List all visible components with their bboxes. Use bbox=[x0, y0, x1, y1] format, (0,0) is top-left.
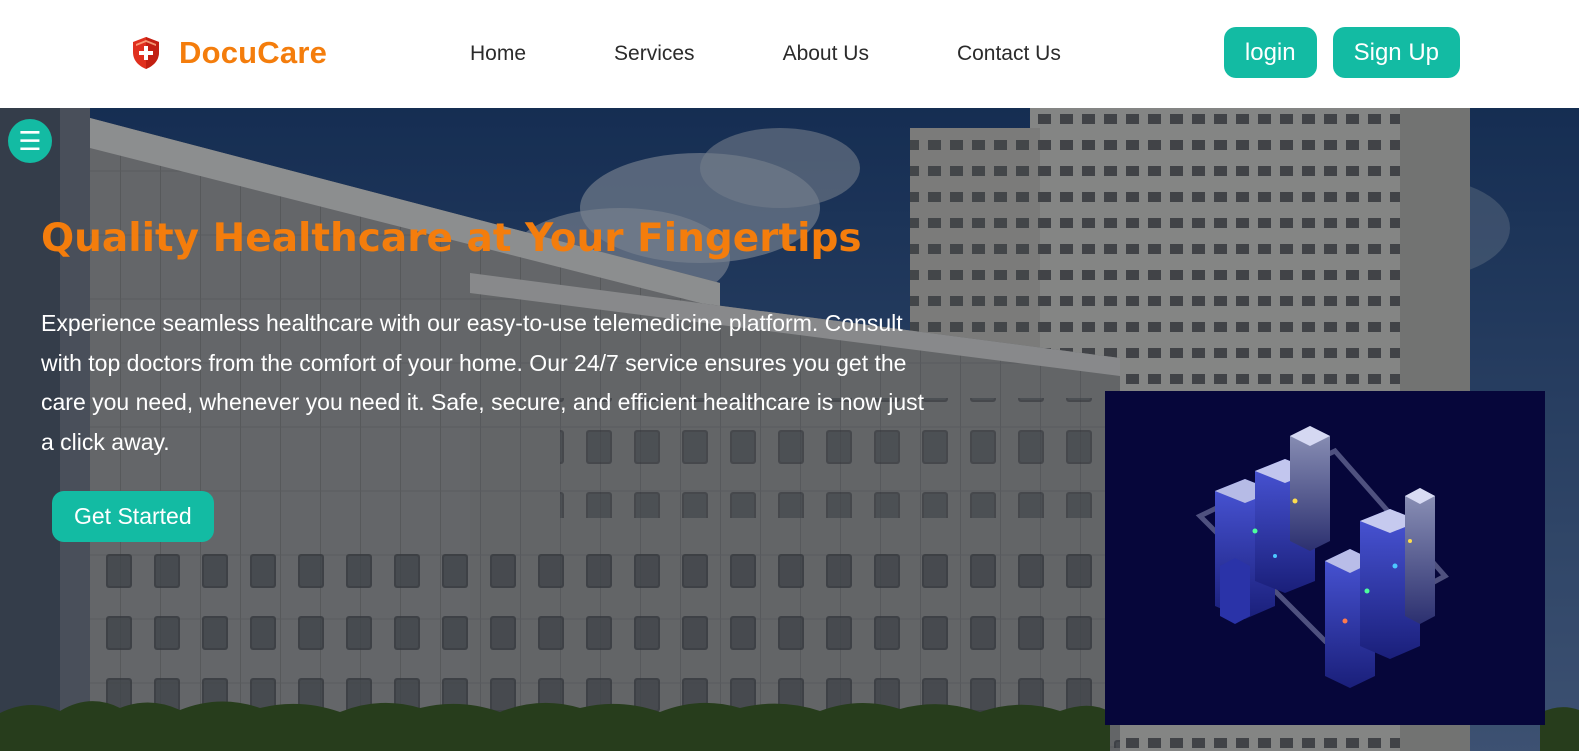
nav-services[interactable]: Services bbox=[614, 40, 695, 68]
shield-medical-icon bbox=[133, 37, 159, 69]
hamburger-menu-icon[interactable]: ☰ bbox=[8, 119, 52, 163]
login-button[interactable]: login bbox=[1223, 27, 1317, 78]
brand-name: DocuCare bbox=[179, 35, 328, 70]
get-started-button[interactable]: Get Started bbox=[52, 491, 214, 542]
brand-logo-link[interactable]: DocuCare bbox=[131, 35, 327, 71]
sign-up-button[interactable]: Sign Up bbox=[1332, 27, 1460, 78]
hero-section: ☰ Quality Healthcare at Your Fingertips … bbox=[0, 108, 1579, 751]
site-header: DocuCare Home Services About Us Contact … bbox=[0, 0, 1579, 108]
isometric-blocks-graphic bbox=[1195, 426, 1449, 688]
isometric-city-illustration bbox=[1105, 391, 1545, 725]
main-nav: Home Services About Us Contact Us bbox=[470, 40, 1061, 68]
nav-contact-us[interactable]: Contact Us bbox=[957, 40, 1061, 68]
hero-title: Quality Healthcare at Your Fingertips bbox=[41, 216, 862, 261]
auth-buttons: login Sign Up bbox=[1223, 27, 1460, 78]
nav-about-us[interactable]: About Us bbox=[783, 40, 869, 68]
nav-home[interactable]: Home bbox=[470, 40, 526, 68]
hero-description: Experience seamless healthcare with our … bbox=[41, 310, 925, 455]
